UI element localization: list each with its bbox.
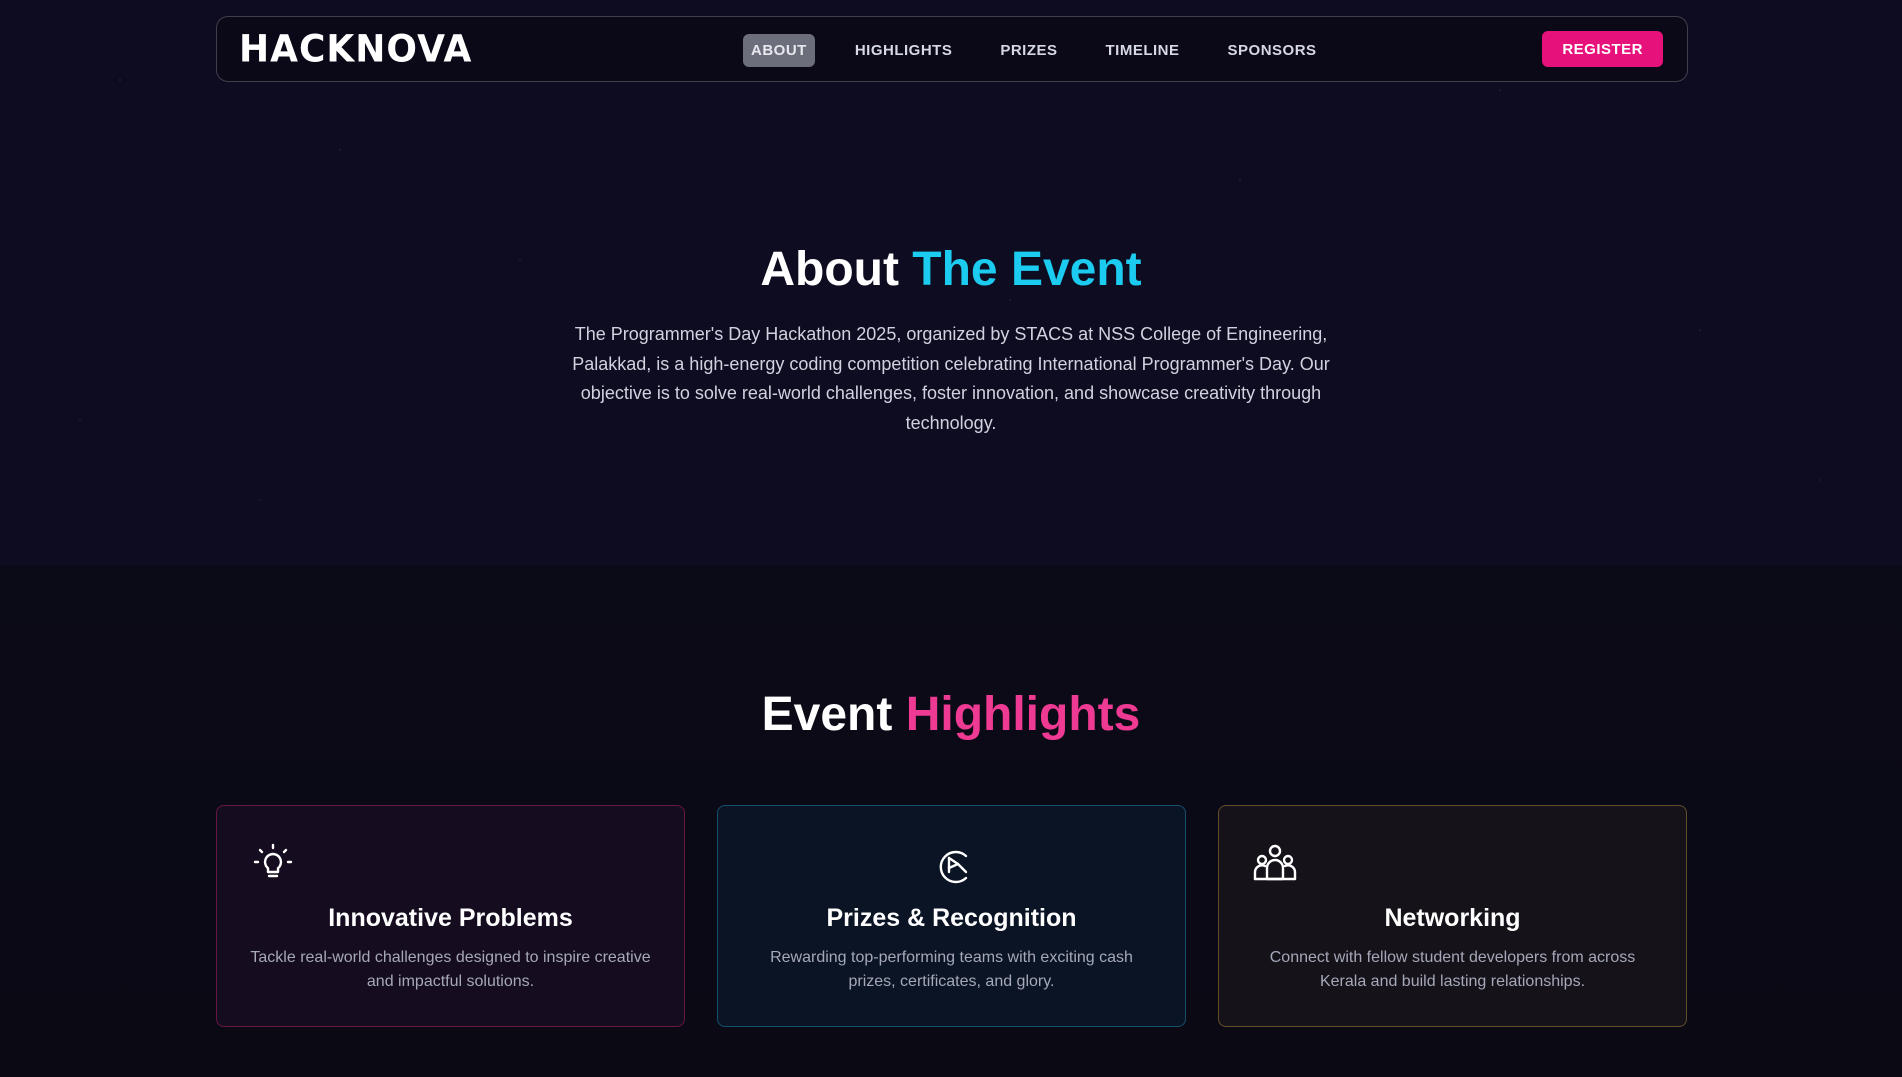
about-title-plain: About	[760, 243, 899, 296]
card-title: Prizes & Recognition	[826, 904, 1077, 932]
nav-links: ABOUT HIGHLIGHTS PRIZES TIMELINE SPONSOR…	[743, 33, 1357, 67]
nav-link-sponsors[interactable]: SPONSORS	[1220, 34, 1325, 67]
highlight-card-innovative-problems: Innovative Problems Tackle real-world ch…	[216, 805, 685, 1027]
about-title: About The Event	[0, 242, 1902, 297]
nav-link-prizes[interactable]: PRIZES	[992, 34, 1065, 67]
card-title: Networking	[1384, 904, 1521, 932]
award-icon	[930, 842, 974, 886]
card-title: Innovative Problems	[328, 904, 573, 932]
highlight-card-networking: Networking Connect with fellow student d…	[1218, 805, 1687, 1027]
nav-link-timeline[interactable]: TIMELINE	[1098, 34, 1188, 67]
register-button[interactable]: REGISTER	[1542, 31, 1663, 67]
card-description: Tackle real-world challenges designed to…	[250, 949, 651, 990]
about-title-accent: The Event	[912, 243, 1142, 296]
lightbulb-icon	[251, 842, 295, 886]
about-description: The Programmer's Day Hackathon 2025, org…	[572, 324, 1330, 433]
highlights-title-accent: Highlights	[905, 688, 1141, 741]
card-description: Rewarding top-performing teams with exci…	[770, 949, 1133, 990]
card-description: Connect with fellow student developers f…	[1269, 949, 1636, 990]
nav-link-about[interactable]: ABOUT	[743, 33, 815, 67]
logo[interactable]: HACKNOVA	[239, 27, 473, 71]
nav-link-highlights[interactable]: HIGHLIGHTS	[847, 34, 961, 67]
logo-text: HACKNOVA	[239, 27, 473, 71]
highlights-title: Event Highlights	[0, 687, 1902, 742]
navbar: HACKNOVA ABOUT HIGHLIGHTS PRIZES TIMELIN…	[216, 16, 1688, 82]
users-icon	[1253, 842, 1297, 886]
highlights-title-plain: Event	[761, 688, 893, 741]
highlight-card-prizes-recognition: Prizes & Recognition Rewarding top-perfo…	[717, 805, 1186, 1027]
